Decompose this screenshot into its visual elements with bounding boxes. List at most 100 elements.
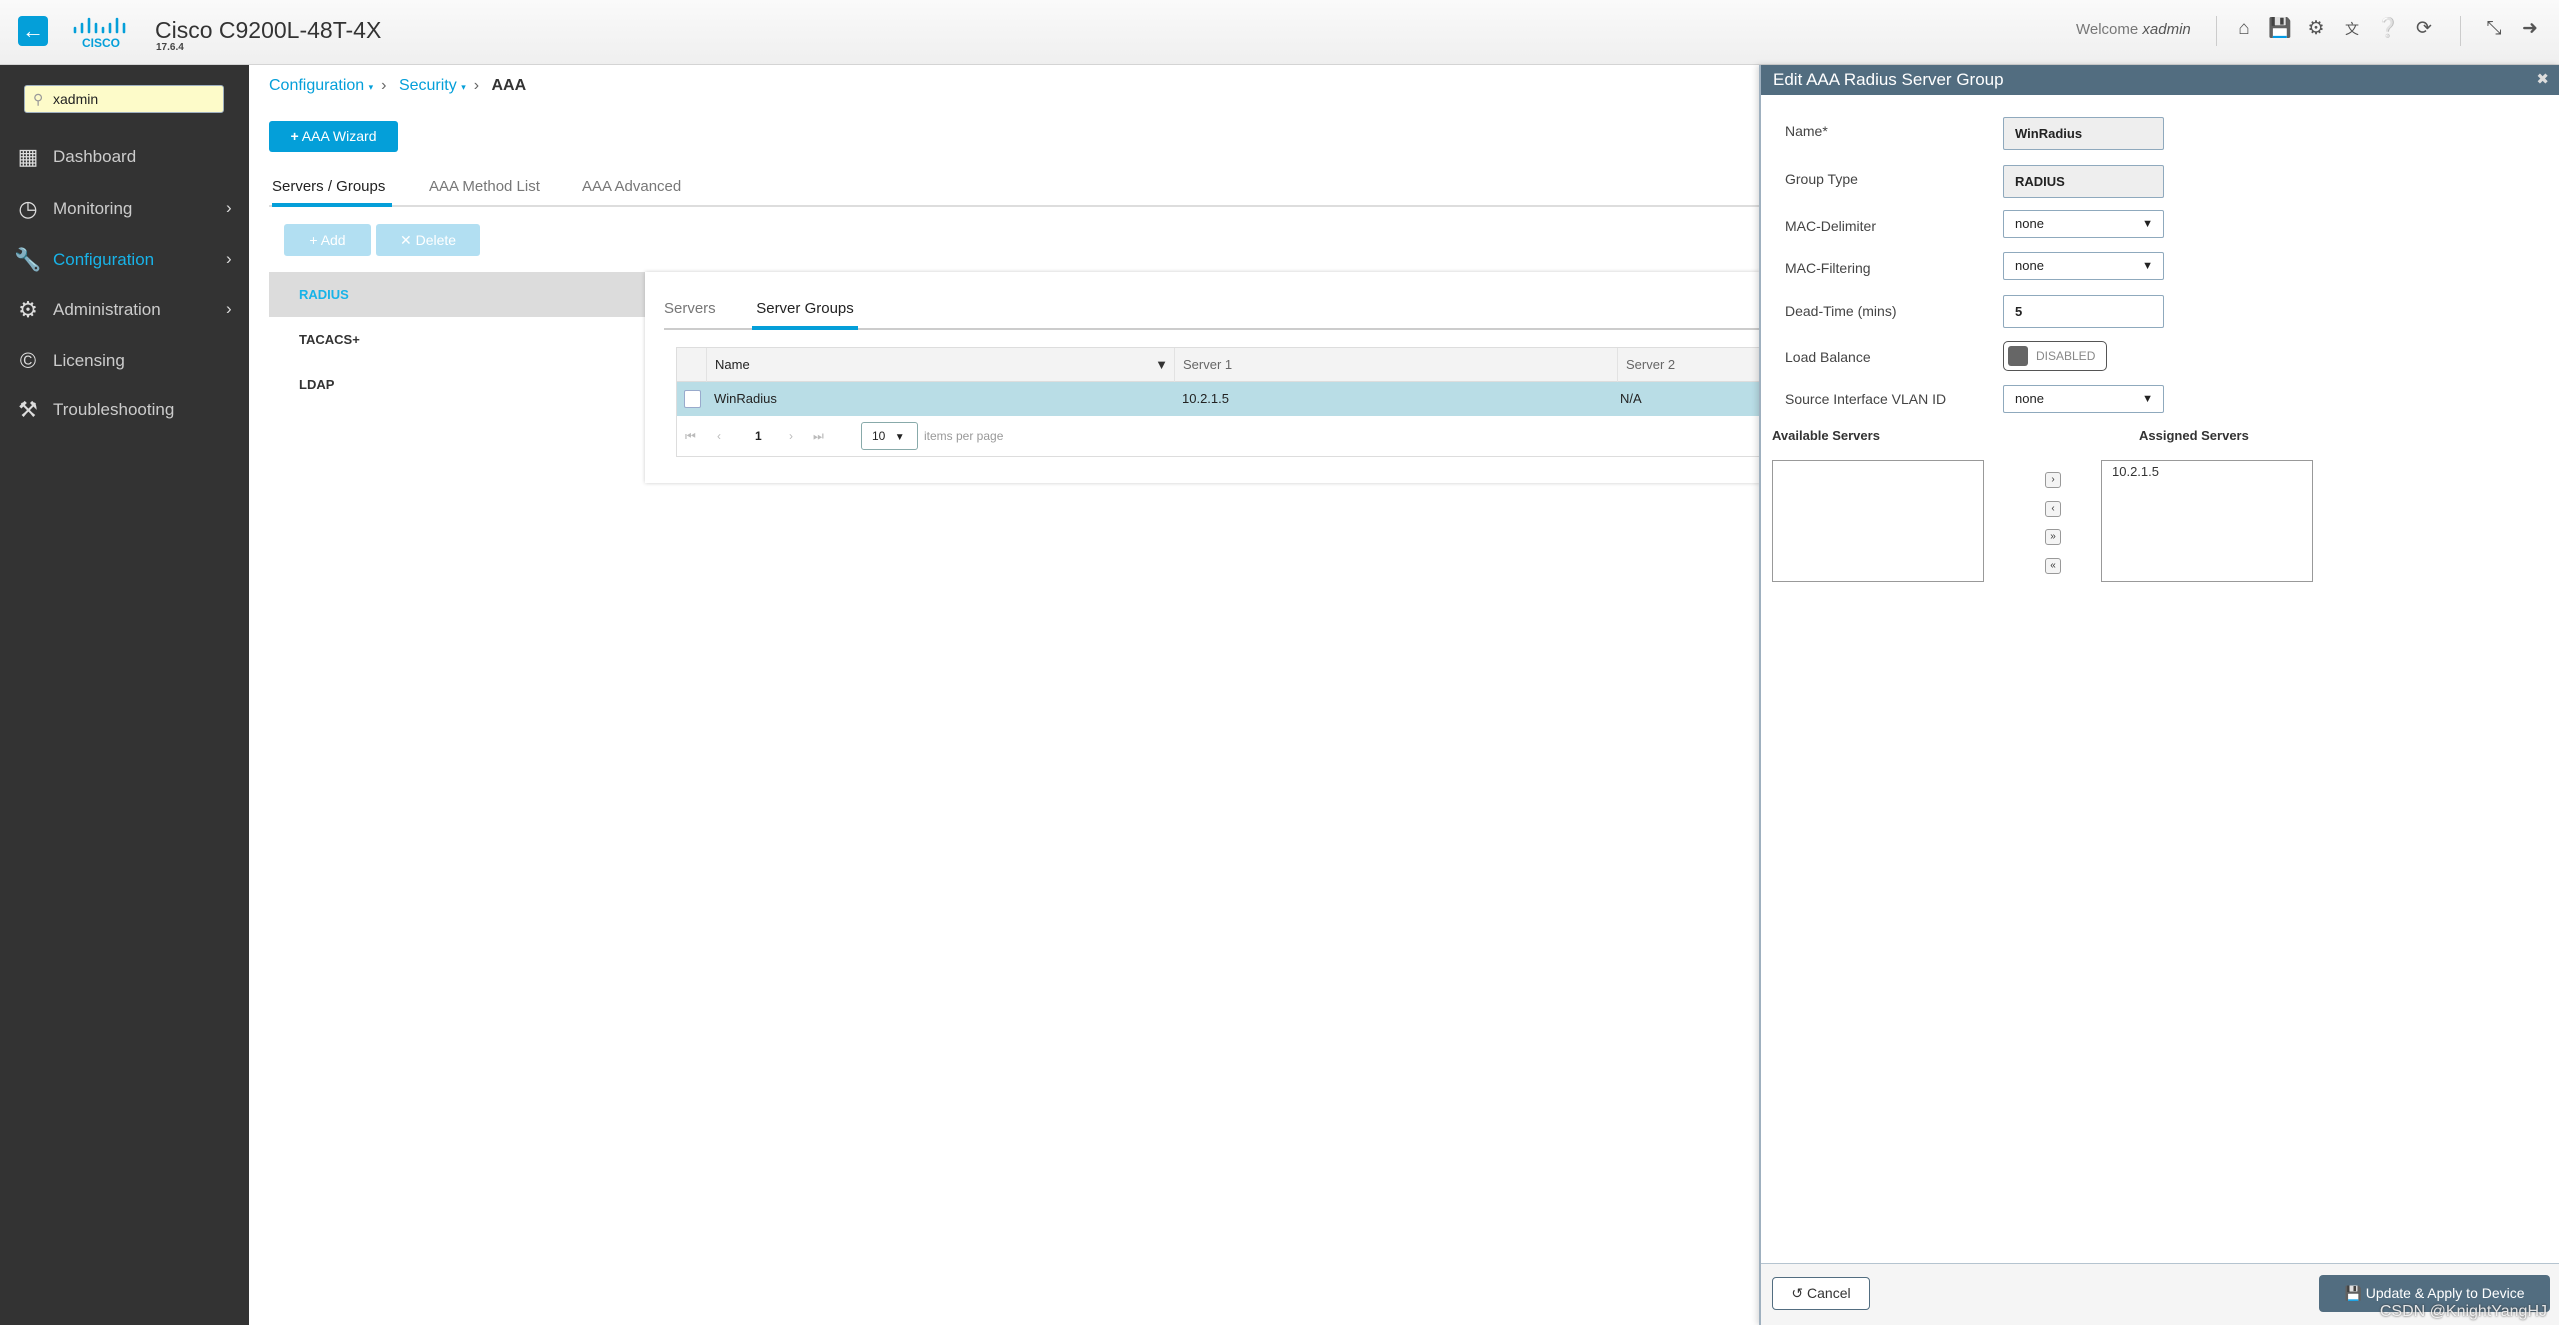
load-balance-label: Load Balance <box>1785 349 1871 365</box>
select-value: none <box>2015 391 2044 406</box>
help-icon[interactable]: ❔ <box>2376 17 2400 41</box>
toggle-knob <box>2008 346 2028 366</box>
breadcrumb-security[interactable]: Security <box>399 77 457 94</box>
move-all-left-button[interactable]: « <box>2045 558 2061 574</box>
column-header-name[interactable]: Name ▼ <box>706 348 1174 382</box>
list-item[interactable]: 10.2.1.5 <box>2112 464 2302 479</box>
back-arrow-icon[interactable]: ← <box>18 16 48 46</box>
delete-button[interactable]: ✕ Delete <box>376 224 480 256</box>
inner-tabs: Servers Server Groups <box>664 298 1760 330</box>
cell-server1: 10.2.1.5 <box>1182 391 1229 406</box>
cell-server2: N/A <box>1620 391 1642 406</box>
load-balance-toggle[interactable]: DISABLED <box>2003 341 2107 371</box>
move-left-button[interactable]: ‹ <box>2045 501 2061 517</box>
aaa-wizard-button[interactable]: + AAA Wizard <box>269 121 398 152</box>
available-servers-list[interactable] <box>1772 460 1984 582</box>
device-title: Cisco C9200L-48T-4X <box>155 17 382 43</box>
sidebar-item-administration[interactable]: ⚙ Administration › <box>0 290 249 330</box>
tools-icon: ⚒ <box>18 397 38 422</box>
move-all-right-button[interactable]: » <box>2045 529 2061 545</box>
tab-servers-groups[interactable]: Servers / Groups <box>272 176 392 207</box>
device-version: 17.6.4 <box>156 42 184 53</box>
list-item-tacacs[interactable]: TACACS+ <box>269 317 645 362</box>
column-header-server1[interactable]: Server 1 <box>1174 348 1617 382</box>
column-header-server2[interactable]: Server 2 <box>1617 348 1761 382</box>
sidebar-item-dashboard[interactable]: ▦ Dashboard <box>0 137 249 177</box>
translate-icon[interactable]: 文 <box>2340 17 2364 41</box>
drawer-title-text: Edit AAA Radius Server Group <box>1773 70 2004 89</box>
update-label: Update & Apply to Device <box>2365 1285 2525 1301</box>
close-icon[interactable]: ✖ <box>2536 65 2549 95</box>
filter-icon[interactable]: ▼ <box>1155 348 1168 382</box>
group-type-label: Group Type <box>1785 171 1858 187</box>
cancel-label: Cancel <box>1807 1285 1851 1301</box>
available-servers-label: Available Servers <box>1772 428 1880 443</box>
breadcrumb-current: AAA <box>491 77 527 94</box>
delete-label: Delete <box>415 232 457 248</box>
edit-server-group-drawer: Edit AAA Radius Server Group ✖ Name* WinR… <box>1759 65 2559 1325</box>
breadcrumb-configuration[interactable]: Configuration <box>269 77 364 94</box>
vlan-select[interactable]: none ▼ <box>2003 385 2164 413</box>
sidebar-item-troubleshooting[interactable]: ⚒ Troubleshooting <box>0 390 249 430</box>
cell-name: WinRadius <box>714 391 777 406</box>
mac-delimiter-select[interactable]: none ▼ <box>2003 210 2164 238</box>
toggle-state: DISABLED <box>2036 349 2096 363</box>
drawer-title: Edit AAA Radius Server Group ✖ <box>1761 65 2559 95</box>
sidebar-search-input[interactable]: ⚲ xadmin <box>24 85 224 113</box>
current-page[interactable]: 1 <box>755 429 762 443</box>
row-checkbox[interactable] <box>684 390 701 408</box>
name-label: Name* <box>1785 123 1828 139</box>
select-value: none <box>2015 258 2044 273</box>
pagination: ⏮ ‹ 1 › ⏭ 10 ▼ items per page <box>677 416 1761 458</box>
list-item-radius[interactable]: RADIUS <box>269 272 645 317</box>
dead-time-label: Dead-Time (mins) <box>1785 303 1897 319</box>
assigned-servers-list[interactable]: 10.2.1.5 <box>2101 460 2313 582</box>
mac-filtering-select[interactable]: none ▼ <box>2003 252 2164 280</box>
welcome-text: Welcome xadmin <box>2076 21 2191 38</box>
next-page-icon[interactable]: › <box>789 429 793 443</box>
sidebar-item-label: Administration <box>53 300 161 319</box>
tab-server-groups[interactable]: Server Groups <box>752 298 858 330</box>
prev-page-icon[interactable]: ‹ <box>717 429 721 443</box>
logout-icon[interactable]: ➜ <box>2518 17 2542 41</box>
expand-icon[interactable]: ⤡ <box>2482 17 2506 41</box>
sidebar-item-licensing[interactable]: © Licensing <box>0 341 249 381</box>
sidebar-item-label: Licensing <box>53 351 125 370</box>
name-field: WinRadius <box>2003 117 2164 150</box>
first-page-icon[interactable]: ⏮ <box>685 429 696 444</box>
assigned-servers-label: Assigned Servers <box>2139 428 2249 443</box>
tab-aaa-advanced[interactable]: AAA Advanced <box>582 176 681 207</box>
tab-servers[interactable]: Servers <box>664 298 716 329</box>
gear-icon[interactable]: ⚙ <box>2304 17 2328 41</box>
gauge-icon: ◷ <box>18 196 38 221</box>
table-row[interactable]: WinRadius 10.2.1.5 N/A <box>677 382 1761 416</box>
dashboard-icon: ▦ <box>17 144 39 169</box>
last-page-icon[interactable]: ⏭ <box>813 429 824 444</box>
per-page-label: items per page <box>924 429 1004 443</box>
add-label: Add <box>320 232 346 248</box>
per-page-select[interactable]: 10 ▼ <box>861 422 918 450</box>
refresh-icon[interactable]: ⟳ <box>2412 17 2436 41</box>
sidebar-item-monitoring[interactable]: ◷ Monitoring › <box>0 189 249 229</box>
per-page-value: 10 <box>872 429 886 443</box>
sidebar-item-label: Monitoring <box>53 199 133 218</box>
group-type-field: RADIUS <box>2003 165 2164 198</box>
table-header: Name ▼ Server 1 Server 2 <box>677 348 1761 382</box>
list-item-ldap[interactable]: LDAP <box>269 362 645 407</box>
add-button[interactable]: + Add <box>284 224 371 256</box>
sidebar-item-label: Dashboard <box>53 147 137 166</box>
chevron-down-icon: ▼ <box>894 432 905 443</box>
move-right-button[interactable]: › <box>2045 472 2061 488</box>
license-icon: © <box>19 348 37 373</box>
chevron-down-icon: ▼ <box>2142 218 2153 230</box>
main-tabs: Servers / Groups AAA Method List AAA Adv… <box>269 176 1759 207</box>
sidebar-item-configuration[interactable]: 🔧 Configuration › <box>0 240 249 280</box>
dead-time-input[interactable]: 5 <box>2003 295 2164 328</box>
chevron-right-icon: › <box>226 198 232 217</box>
home-icon[interactable]: ⌂ <box>2232 17 2256 41</box>
mac-delimiter-label: MAC-Delimiter <box>1785 218 1876 234</box>
username: xadmin <box>2142 21 2191 38</box>
cancel-button[interactable]: ↺ Cancel <box>1772 1277 1870 1310</box>
save-icon[interactable]: 💾 <box>2268 17 2292 41</box>
tab-aaa-method-list[interactable]: AAA Method List <box>429 176 540 207</box>
